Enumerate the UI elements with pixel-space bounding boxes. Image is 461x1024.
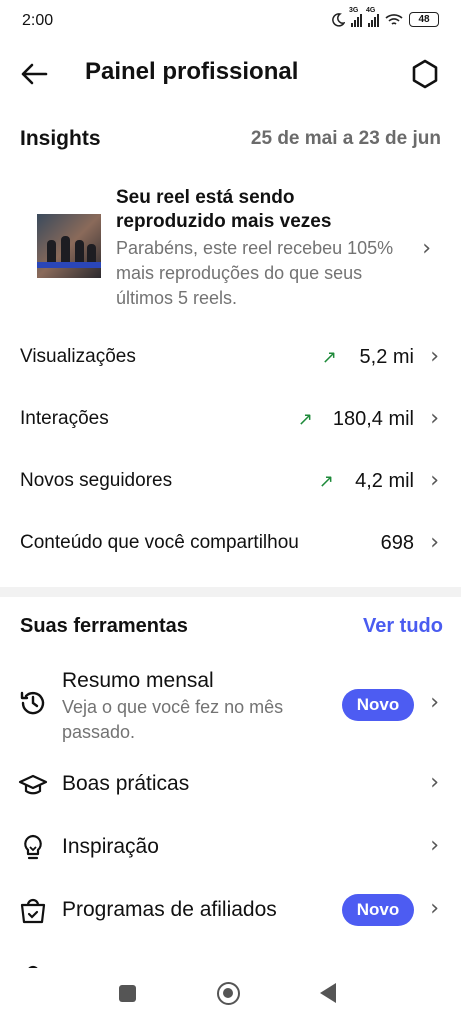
chevron-right-icon: › — [430, 530, 439, 555]
reel-thumbnail — [37, 214, 101, 278]
status-icons: 3G 4G 48 — [331, 7, 439, 27]
chevron-right-icon: › — [422, 236, 431, 261]
metric-value: 4,2 mil — [355, 470, 414, 492]
reel-description: Parabéns, este reel recebeu 105% mais re… — [116, 238, 394, 308]
new-badge: Novo — [342, 689, 414, 721]
see-all-link[interactable]: Ver tudo — [363, 615, 443, 638]
chevron-right-icon: › — [430, 406, 439, 431]
chevron-right-icon: › — [430, 770, 439, 795]
status-bar: 2:00 3G 4G 48 — [0, 0, 461, 42]
new-badge: Novo — [342, 894, 414, 926]
metric-label: Interações — [20, 408, 109, 429]
tool-item-inspiration[interactable]: Inspiração › — [0, 823, 461, 873]
trend-up-icon: ↗ — [297, 409, 313, 430]
system-nav-bar — [0, 968, 461, 1024]
tool-subtitle: Veja o que você fez no mês passado. — [62, 697, 284, 742]
tool-label: Resumo mensal — [62, 669, 214, 692]
metric-row-new-followers[interactable]: Novos seguidores ↗ 4,2 mil › — [0, 458, 461, 508]
shopping-bag-icon — [20, 898, 46, 924]
battery-icon: 48 — [409, 12, 439, 27]
trend-up-icon: ↗ — [321, 347, 337, 368]
chevron-right-icon: › — [430, 344, 439, 369]
metric-value: 180,4 mil — [332, 408, 414, 430]
signal-3g-icon: 3G — [349, 7, 362, 27]
tool-item-affiliate-programs[interactable]: Programas de afiliados Novo › — [0, 886, 461, 936]
tools-title: Suas ferramentas — [20, 615, 188, 637]
tool-label: Boas práticas — [62, 772, 190, 795]
chevron-right-icon: › — [430, 896, 439, 921]
history-icon — [20, 691, 45, 715]
metric-label: Visualizações — [20, 346, 136, 367]
home-button[interactable] — [217, 982, 240, 1005]
status-time: 2:00 — [22, 12, 54, 29]
chevron-right-icon: › — [430, 833, 439, 858]
back-arrow-icon[interactable] — [18, 58, 50, 90]
tool-item-monthly-summary[interactable]: Resumo mensal Veja o que você fez no mês… — [0, 664, 461, 744]
tool-label: Programas de afiliados — [62, 898, 277, 921]
chevron-right-icon: › — [430, 690, 439, 715]
section-divider — [0, 587, 461, 597]
metric-value: 5,2 mi — [359, 346, 414, 368]
reel-highlight-card[interactable]: Seu reel está sendo reproduzido mais vez… — [0, 178, 461, 316]
tool-item-best-practices[interactable]: Boas práticas › — [0, 760, 461, 810]
wifi-icon — [385, 13, 403, 25]
moon-icon — [332, 12, 345, 27]
metric-label: Novos seguidores — [20, 470, 173, 491]
date-range[interactable]: 25 de mai a 23 de jun — [251, 128, 441, 150]
trend-up-icon: ↗ — [318, 471, 334, 492]
graduation-cap-icon — [18, 774, 48, 795]
settings-gear-icon[interactable] — [409, 58, 441, 90]
reel-headline: Seu reel está sendo reproduzido mais vez… — [116, 187, 332, 232]
metric-label: Conteúdo que você compartilhou — [20, 532, 299, 553]
metric-value: 698 — [380, 532, 414, 554]
back-button[interactable] — [320, 983, 336, 1003]
insights-title: Insights — [20, 127, 101, 150]
chevron-right-icon: › — [430, 468, 439, 493]
metric-row-views[interactable]: Visualizações ↗ 5,2 mi › — [0, 334, 461, 384]
lightbulb-icon — [24, 834, 42, 860]
recent-apps-button[interactable] — [119, 985, 136, 1002]
page-title: Painel profissional — [85, 58, 299, 85]
app-header: Painel profissional — [0, 52, 461, 96]
tool-label: Inspiração — [62, 835, 159, 858]
metric-row-shared-content[interactable]: Conteúdo que você compartilhou 698 › — [0, 520, 461, 570]
metric-row-interactions[interactable]: Interações ↗ 180,4 mil › — [0, 396, 461, 446]
signal-4g-icon: 4G — [366, 7, 379, 27]
